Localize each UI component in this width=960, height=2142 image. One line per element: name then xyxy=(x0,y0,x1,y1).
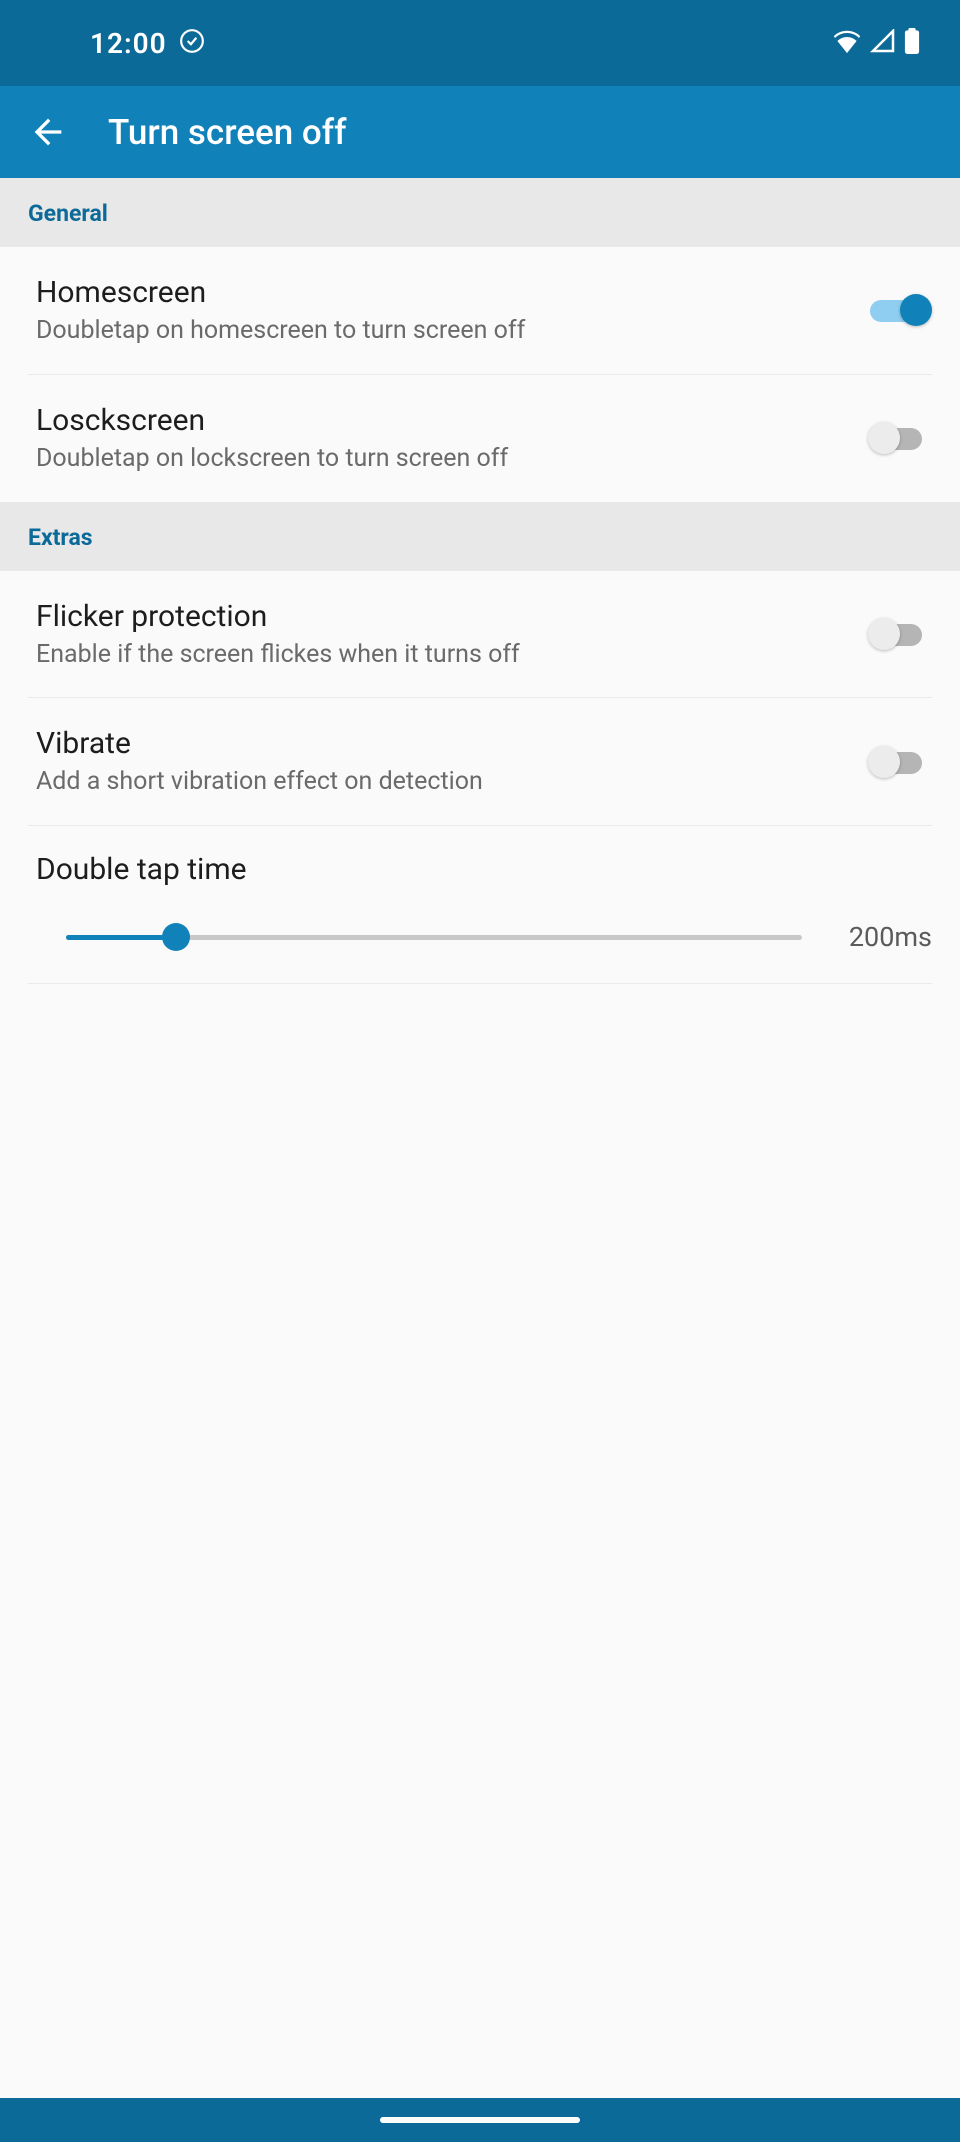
slider-fill xyxy=(66,935,176,940)
navigation-bar xyxy=(0,2098,960,2142)
setting-title: Losckscreen xyxy=(36,401,848,440)
setting-doubletap-time[interactable]: Double tap time 200ms xyxy=(28,826,932,984)
setting-title: Vibrate xyxy=(36,724,848,763)
home-pill[interactable] xyxy=(380,2117,580,2123)
setting-text: Homescreen Doubletap on homescreen to tu… xyxy=(36,273,848,348)
setting-text: Losckscreen Doubletap on lockscreen to t… xyxy=(36,401,848,476)
wifi-icon xyxy=(832,29,862,57)
setting-vibrate[interactable]: Vibrate Add a short vibration effect on … xyxy=(28,698,932,826)
switch-thumb xyxy=(868,422,900,454)
toggle-lockscreen[interactable] xyxy=(868,418,932,458)
page-title: Turn screen off xyxy=(108,112,347,153)
setting-text: Flicker protection Enable if the screen … xyxy=(36,597,848,672)
status-left: 12:00 xyxy=(90,27,205,60)
setting-subtitle: Enable if the screen flickes when it tur… xyxy=(36,638,848,672)
signal-icon xyxy=(870,29,896,57)
toggle-homescreen[interactable] xyxy=(868,290,932,330)
settings-list-general: Homescreen Doubletap on homescreen to tu… xyxy=(0,247,960,502)
setting-title: Double tap time xyxy=(36,852,932,887)
slider-body: 200ms xyxy=(36,921,932,953)
slider-thumb xyxy=(162,923,190,951)
app-bar: Turn screen off xyxy=(0,86,960,178)
switch-thumb xyxy=(868,618,900,650)
setting-subtitle: Doubletap on homescreen to turn screen o… xyxy=(36,314,848,348)
section-header-general: General xyxy=(0,178,960,247)
setting-title: Homescreen xyxy=(36,273,848,312)
arrow-back-icon xyxy=(28,112,68,152)
setting-text: Vibrate Add a short vibration effect on … xyxy=(36,724,848,799)
setting-flicker[interactable]: Flicker protection Enable if the screen … xyxy=(28,571,932,699)
battery-icon xyxy=(904,28,920,58)
doubletap-slider[interactable] xyxy=(66,923,802,951)
status-right xyxy=(832,28,920,58)
setting-title: Flicker protection xyxy=(36,597,848,636)
settings-list-extras: Flicker protection Enable if the screen … xyxy=(0,571,960,985)
back-button[interactable] xyxy=(24,108,72,156)
setting-subtitle: Doubletap on lockscreen to turn screen o… xyxy=(36,442,848,476)
setting-subtitle: Add a short vibration effect on detectio… xyxy=(36,765,848,799)
section-header-extras: Extras xyxy=(0,502,960,571)
slider-value: 200ms xyxy=(832,921,932,953)
toggle-vibrate[interactable] xyxy=(868,742,932,782)
status-time: 12:00 xyxy=(90,27,167,60)
alarm-check-icon xyxy=(179,28,205,58)
switch-thumb xyxy=(900,294,932,326)
toggle-flicker[interactable] xyxy=(868,614,932,654)
switch-thumb xyxy=(868,746,900,778)
status-bar: 12:00 xyxy=(0,0,960,86)
setting-lockscreen[interactable]: Losckscreen Doubletap on lockscreen to t… xyxy=(0,375,960,502)
setting-homescreen[interactable]: Homescreen Doubletap on homescreen to tu… xyxy=(28,247,932,375)
